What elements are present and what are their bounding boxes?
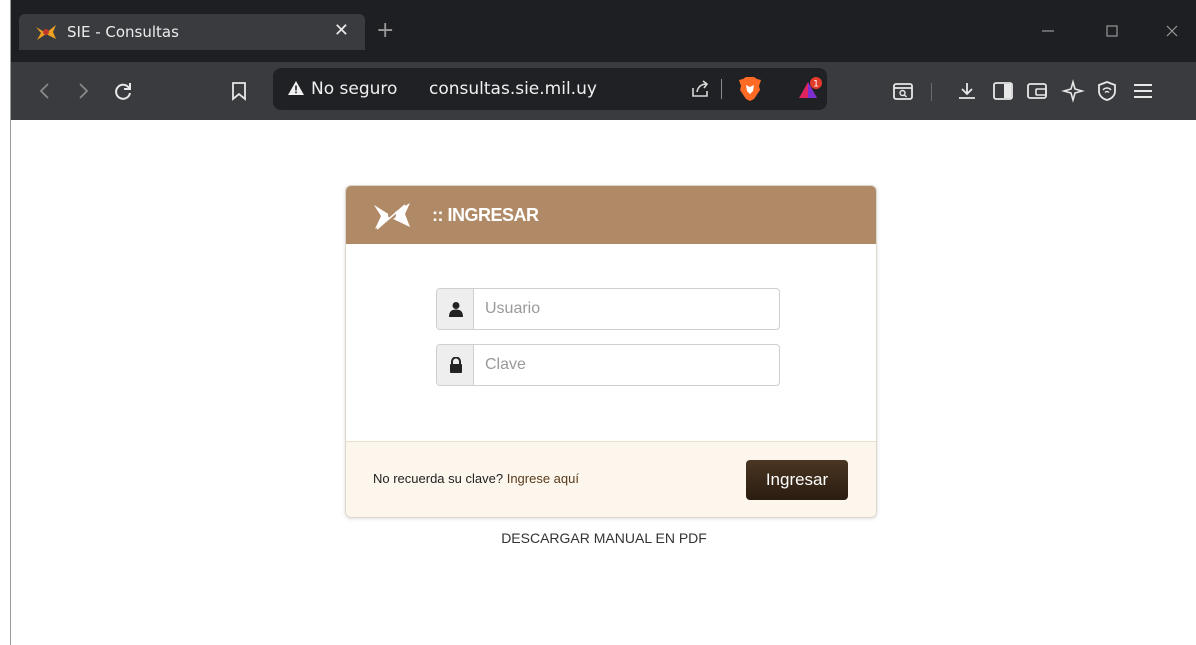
browser-window: SIE - Consultas ✕ + No seguro consultas.… (10, 0, 1196, 645)
forward-icon[interactable] (71, 79, 95, 103)
leo-ai-icon[interactable] (1061, 79, 1085, 103)
tab-title: SIE - Consultas (67, 23, 179, 41)
panel-title: :: INGRESAR (432, 205, 539, 225)
address-bar[interactable]: No seguro consultas.sie.mil.uy 1 (273, 68, 827, 110)
password-addon (437, 345, 474, 385)
sie-emblem-icon (374, 203, 410, 230)
url-text[interactable]: consultas.sie.mil.uy (429, 79, 597, 99)
login-button[interactable]: Ingresar (746, 460, 848, 500)
browser-toolbar: No seguro consultas.sie.mil.uy 1 (11, 62, 1196, 120)
panel-body (346, 244, 876, 441)
username-input[interactable] (475, 289, 779, 329)
forgot-password-link[interactable]: Ingrese aquí (507, 471, 579, 486)
panel-footer: No recuerda su clave? Ingrese aquí Ingre… (346, 441, 876, 517)
vpn-icon[interactable] (1095, 79, 1119, 103)
close-window-icon[interactable] (1163, 22, 1181, 40)
reload-icon[interactable] (111, 79, 135, 103)
download-manual-link[interactable]: DESCARGAR MANUAL EN PDF (11, 530, 1196, 546)
user-icon (449, 302, 463, 317)
close-tab-icon[interactable]: ✕ (334, 20, 349, 41)
downloads-icon[interactable] (955, 79, 979, 103)
warning-icon (288, 81, 304, 95)
maximize-icon[interactable] (1103, 22, 1121, 40)
rewards-badge: 1 (813, 80, 819, 90)
password-input[interactable] (475, 345, 779, 385)
page-content: :: INGRESAR No recuerd (11, 120, 1196, 645)
reader-mode-icon[interactable] (891, 79, 915, 103)
toolbar-divider (931, 83, 932, 101)
username-addon (437, 289, 474, 329)
bookmark-icon[interactable] (227, 79, 251, 103)
brave-rewards-icon[interactable]: 1 (797, 76, 823, 102)
tab-strip: SIE - Consultas ✕ + (11, 0, 1196, 62)
forgot-prefix: No recuerda su clave? (373, 471, 504, 486)
tab-sie-consultas[interactable]: SIE - Consultas ✕ (19, 14, 365, 50)
wallet-icon[interactable] (1025, 79, 1049, 103)
lock-icon (450, 357, 462, 373)
new-tab-button[interactable]: + (376, 20, 394, 42)
brave-shields-icon[interactable] (738, 76, 762, 102)
username-group (436, 288, 780, 330)
panel-header: :: INGRESAR (346, 186, 876, 244)
back-icon[interactable] (33, 79, 57, 103)
sie-favicon-icon (36, 25, 56, 40)
minimize-icon[interactable] (1039, 22, 1057, 40)
login-panel: :: INGRESAR No recuerd (345, 185, 877, 518)
forgot-password-text: No recuerda su clave? Ingrese aquí (373, 471, 579, 486)
sidebar-icon[interactable] (991, 79, 1015, 103)
address-divider (721, 79, 722, 99)
security-label[interactable]: No seguro (311, 79, 397, 99)
password-group (436, 344, 780, 386)
share-icon[interactable] (689, 78, 711, 100)
menu-icon[interactable] (1131, 79, 1155, 103)
